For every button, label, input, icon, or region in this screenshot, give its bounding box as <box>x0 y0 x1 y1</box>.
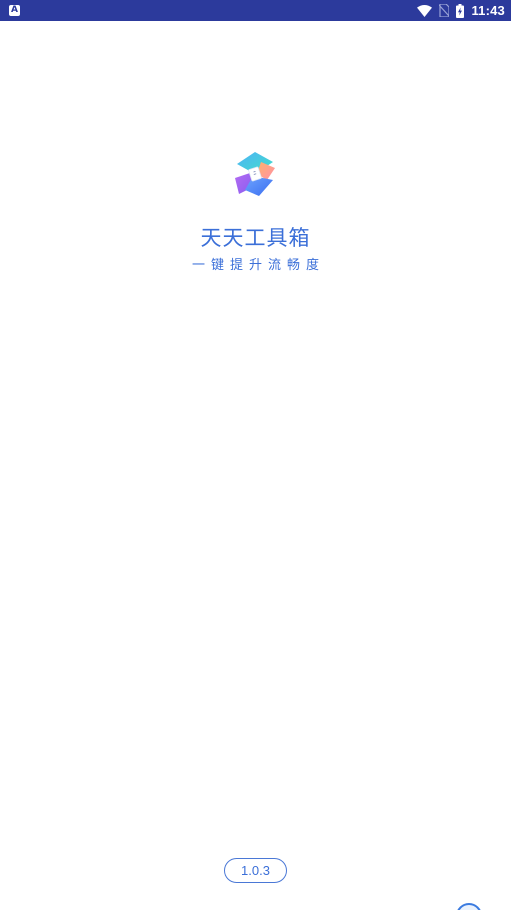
wifi-icon <box>417 4 433 17</box>
app-name: 天天工具箱 <box>200 226 311 250</box>
floating-assist-button[interactable] <box>456 903 482 910</box>
notification-a-icon: A <box>9 5 20 16</box>
no-sim-icon <box>439 4 450 17</box>
splash-screen: A 11:43 天天工具箱 一键提升流畅度 1.0.3 <box>0 0 511 910</box>
status-icons: 11:43 <box>417 3 505 18</box>
status-time: 11:43 <box>471 3 505 18</box>
app-logo-icon <box>235 152 275 196</box>
version-badge: 1.0.3 <box>224 858 287 883</box>
battery-charging-icon <box>456 3 465 18</box>
app-slogan: 一键提升流畅度 <box>191 258 325 273</box>
status-bar: A 11:43 <box>0 0 511 21</box>
